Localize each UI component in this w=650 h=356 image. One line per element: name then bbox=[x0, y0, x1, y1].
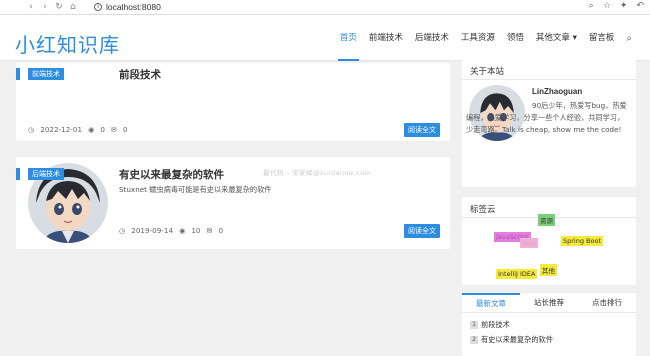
tab-latest[interactable]: 最新文章 bbox=[462, 293, 520, 312]
post-meta: ◷ 2019-09-14 ◉ 10 ✉ 0 bbox=[119, 226, 223, 235]
clock-icon: ◷ bbox=[28, 125, 35, 134]
about-title: 关于本站 bbox=[470, 67, 505, 77]
read-more-button[interactable]: 阅读全文 bbox=[404, 123, 440, 137]
clock-icon: ◷ bbox=[119, 226, 126, 235]
eye-icon: ◉ bbox=[88, 125, 95, 134]
menu-item-backend[interactable]: 后端技术 bbox=[409, 15, 455, 61]
address-bar[interactable]: i localhost:8080 bbox=[94, 2, 161, 12]
list-index: 1 bbox=[470, 321, 478, 329]
post-views: 10 bbox=[191, 226, 201, 235]
tag-marker bbox=[16, 168, 20, 180]
tag-link[interactable]: Java bbox=[520, 238, 538, 248]
ranking-tabs: 最新文章 站长推荐 点击排行 bbox=[462, 293, 636, 313]
reload-icon[interactable]: ↻ bbox=[52, 2, 66, 12]
menu-item-tools[interactable]: 工具资源 bbox=[455, 15, 501, 61]
tag-link[interactable]: 其他 bbox=[540, 264, 557, 276]
author-bio: 90后少年，热爱写bug，热爱编程，热爱学习，分享一些个人经验，共同学习，少走弯… bbox=[466, 101, 627, 134]
watermark: 最代码 - 宋家辉@zuidaima.com bbox=[263, 169, 372, 177]
menu-item-guestbook[interactable]: 留言板 bbox=[583, 15, 621, 61]
menu-item-home[interactable]: 首页 bbox=[334, 15, 363, 61]
post-views: 0 bbox=[100, 125, 105, 134]
home-icon[interactable]: ⌂ bbox=[66, 2, 80, 12]
undo-icon[interactable]: ↶ bbox=[636, 1, 644, 11]
list-index: 2 bbox=[470, 336, 478, 344]
browser-toolbar: ‹ › ↻ ⌂ i localhost:8080 ⌕ ☆ ✦ ↶ bbox=[0, 0, 650, 15]
favorite-icon[interactable]: ☆ bbox=[603, 1, 611, 11]
tag-link[interactable]: Spring Boot bbox=[561, 236, 604, 246]
menu-item-frontend[interactable]: 前端技术 bbox=[363, 15, 409, 61]
post-card: 后端技术 有史以来最复杂的软件 Stuxnet 蠕虫病毒可能是有史以来最复杂的软… bbox=[16, 157, 450, 249]
post-meta: ◷ 2022-12-01 ◉ 0 ✉ 0 bbox=[28, 125, 128, 134]
comment-icon: ✉ bbox=[206, 226, 213, 235]
back-icon[interactable]: ‹ bbox=[24, 2, 38, 12]
tag-link[interactable]: 资源 bbox=[538, 214, 555, 226]
list-item-title: 前段技术 bbox=[481, 320, 510, 329]
about-panel: 关于本站 LinZhaoguan 90后少年，热爱写bug，热爱编程，热爱学习，… bbox=[462, 59, 636, 187]
tag-cloud-title: 标签云 bbox=[470, 205, 496, 215]
list-item[interactable]: 1 前段技术 bbox=[470, 320, 510, 330]
list-item-title: 有史以来最复杂的软件 bbox=[481, 335, 553, 344]
divider bbox=[462, 79, 636, 80]
ranking-panel: 最新文章 站长推荐 点击排行 1 前段技术 2 有史以来最复杂的软件 bbox=[462, 293, 636, 356]
author-name: LinZhaoguan bbox=[532, 87, 583, 96]
main-menu: 首页 前端技术 后端技术 工具资源 领悟 其他文章 ▾ 留言板 ⌕ bbox=[334, 15, 638, 61]
comment-icon: ✉ bbox=[110, 125, 117, 134]
post-description: Stuxnet 蠕虫病毒可能是有史以来最复杂的软件 bbox=[119, 185, 272, 194]
list-item[interactable]: 2 有史以来最复杂的软件 bbox=[470, 335, 553, 345]
forward-icon[interactable]: › bbox=[38, 2, 52, 12]
extension-icon[interactable]: ✦ bbox=[620, 1, 628, 11]
url-text: localhost:8080 bbox=[106, 2, 161, 12]
info-icon: i bbox=[94, 3, 102, 11]
search-icon[interactable]: ⌕ bbox=[620, 33, 638, 44]
site-header: 小红知识库 首页 前端技术 后端技术 工具资源 领悟 其他文章 ▾ 留言板 ⌕ bbox=[0, 15, 650, 61]
tab-most-clicked[interactable]: 点击排行 bbox=[578, 293, 636, 312]
post-date: 2019-09-14 bbox=[131, 226, 174, 235]
zoom-icon[interactable]: ⌕ bbox=[589, 1, 594, 11]
post-category-tag[interactable]: 前端技术 bbox=[28, 68, 64, 80]
post-title[interactable]: 前段技术 bbox=[119, 67, 161, 82]
post-comments: 0 bbox=[218, 226, 224, 235]
read-more-button[interactable]: 阅读全文 bbox=[404, 224, 440, 238]
tag-marker bbox=[16, 68, 20, 80]
post-comments: 0 bbox=[122, 125, 128, 134]
site-logo[interactable]: 小红知识库 bbox=[15, 29, 120, 58]
menu-item-insight[interactable]: 领悟 bbox=[501, 15, 530, 61]
tag-link[interactable]: IntelliJ IDEA bbox=[496, 269, 538, 279]
tab-recommended[interactable]: 站长推荐 bbox=[520, 293, 578, 312]
post-date: 2022-12-01 bbox=[40, 125, 83, 134]
menu-item-other[interactable]: 其他文章 ▾ bbox=[530, 15, 583, 61]
eye-icon: ◉ bbox=[179, 226, 186, 235]
post-category-tag[interactable]: 后端技术 bbox=[28, 168, 64, 180]
post-title[interactable]: 有史以来最复杂的软件 bbox=[119, 167, 224, 182]
tag-cloud-panel: 标签云 资源 JavaScript Spring Boot Java 其他 In… bbox=[462, 197, 636, 285]
post-card: 前端技术 前段技术 ◷ 2022-12-01 ◉ 0 ✉ 0 阅读全文 bbox=[16, 63, 450, 141]
